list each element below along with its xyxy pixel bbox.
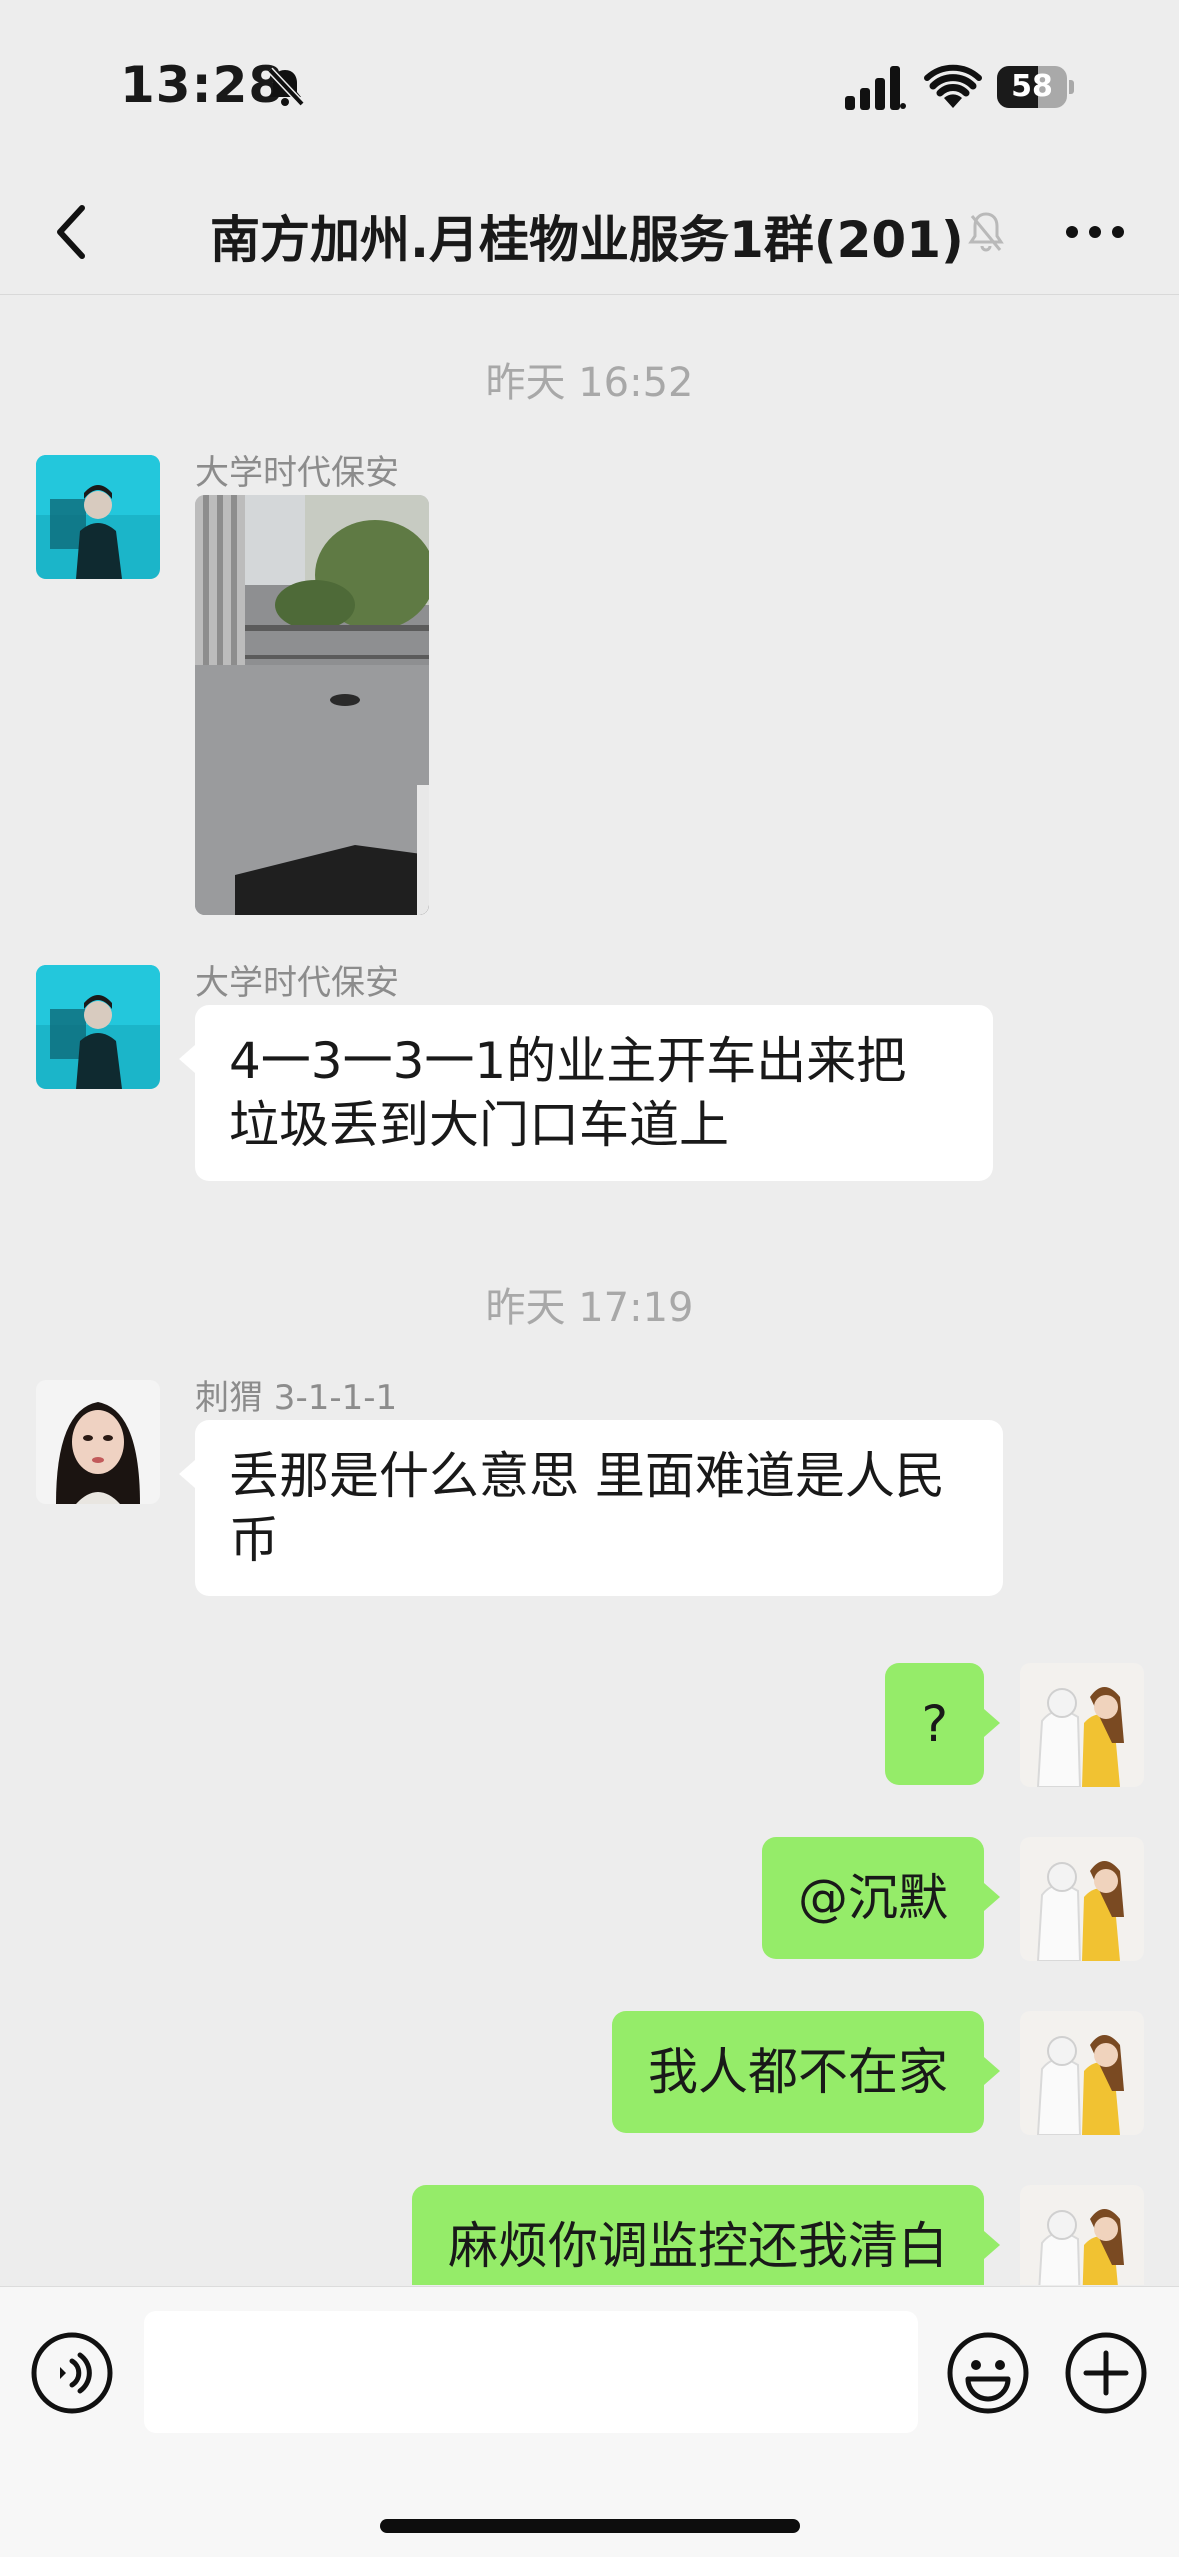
status-time: 13:28 xyxy=(120,56,285,114)
timestamp: 昨天 17:19 xyxy=(485,1285,694,1331)
avatar[interactable] xyxy=(36,455,160,579)
chevron-left-icon[interactable] xyxy=(40,192,120,272)
more-icon[interactable] xyxy=(1060,208,1130,256)
battery-icon: 58 xyxy=(997,66,1075,108)
bell-slash-icon xyxy=(267,67,305,107)
message-bubble-outgoing[interactable]: ? xyxy=(885,1663,1000,1785)
message-line: 垃圾丢到大门口车道上 xyxy=(229,1096,729,1154)
sender-name: 大学时代保安 xyxy=(195,963,399,1003)
message-bubble-outgoing[interactable]: @沉默 xyxy=(762,1837,1000,1959)
voice-icon[interactable] xyxy=(30,2331,114,2415)
plus-icon[interactable] xyxy=(1064,2331,1148,2415)
message-bubble-outgoing[interactable]: 我人都不在家 xyxy=(612,2011,1000,2133)
message-line: 4一3一3一1的业主开车出来把 xyxy=(229,1032,907,1090)
avatar-self[interactable] xyxy=(1020,2011,1144,2135)
sender-name: 刺猬 3-1-1-1 xyxy=(195,1378,398,1418)
message-line: 币 xyxy=(229,1511,279,1569)
message-list[interactable]: 昨天 16:52 大学时代保安 大学时代保安 4一3一3一1的业主开车出来把 垃… xyxy=(0,295,1179,2285)
message-input[interactable] xyxy=(144,2311,918,2433)
chat-header: 南方加州.月桂物业服务1群(201) xyxy=(0,170,1179,295)
home-indicator xyxy=(380,2519,800,2533)
chat-title: 南方加州.月桂物业服务1群(201) xyxy=(210,211,964,269)
sender-name: 大学时代保安 xyxy=(195,453,399,493)
image-message[interactable] xyxy=(195,495,429,915)
message-bubble[interactable]: 4一3一3一1的业主开车出来把 垃圾丢到大门口车道上 xyxy=(179,1005,993,1181)
status-bar: 13:28 58 xyxy=(0,0,1179,170)
avatar-self[interactable] xyxy=(1020,1837,1144,1961)
avatar[interactable] xyxy=(36,1380,160,1504)
input-bar xyxy=(0,2286,1179,2557)
mute-bell-icon xyxy=(968,212,1004,252)
avatar[interactable] xyxy=(36,965,160,1089)
wifi-icon xyxy=(924,64,982,108)
message-line: 丢那是什么意思 里面难道是人民 xyxy=(229,1447,945,1505)
avatar-self[interactable] xyxy=(1020,1663,1144,1787)
message-bubble-outgoing[interactable]: 麻烦你调监控还我清白 xyxy=(412,2185,1000,2285)
timestamp: 昨天 16:52 xyxy=(485,360,694,406)
battery-level: 58 xyxy=(1011,69,1053,104)
signal-icon xyxy=(845,66,906,110)
message-bubble[interactable]: 丢那是什么意思 里面难道是人民 币 xyxy=(179,1420,1003,1596)
emoji-icon[interactable] xyxy=(946,2331,1030,2415)
avatar-self[interactable] xyxy=(1020,2185,1144,2285)
